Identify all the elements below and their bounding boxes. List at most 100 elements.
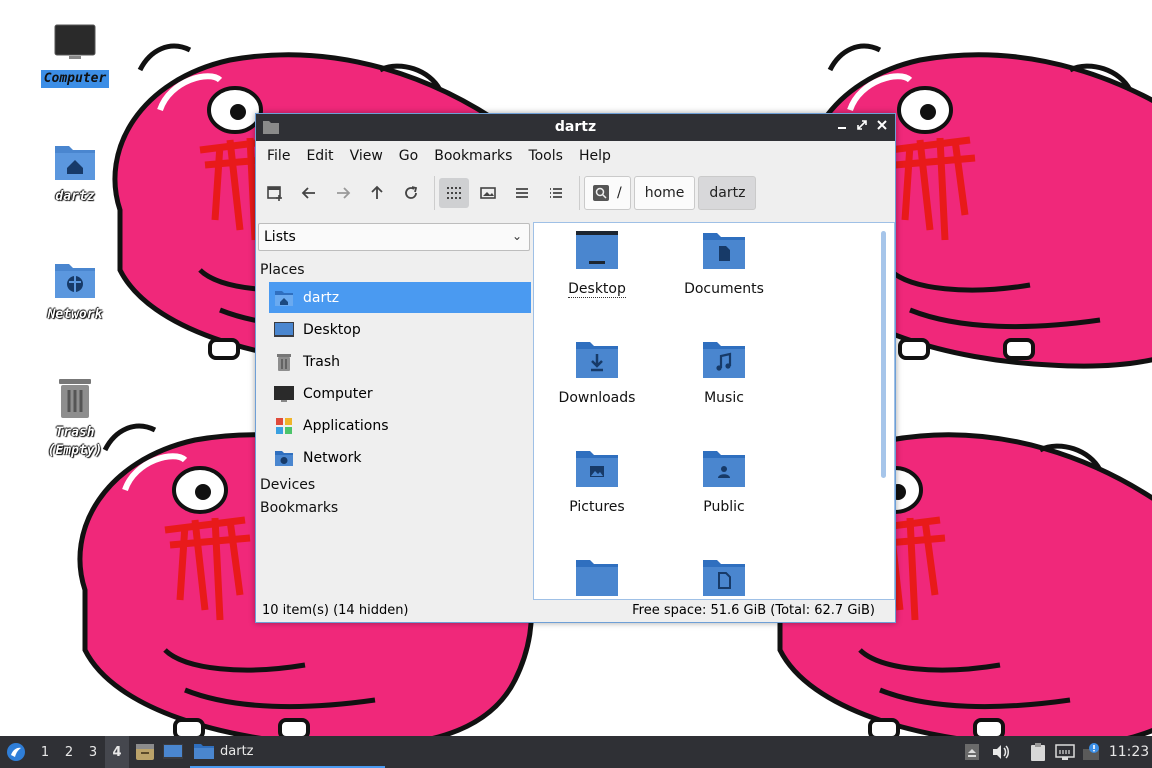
show-desktop-button[interactable] (161, 736, 185, 768)
up-button[interactable] (362, 178, 392, 208)
vertical-scrollbar[interactable] (881, 231, 886, 478)
place-item-network[interactable]: Network (269, 442, 531, 473)
speaker-icon (993, 745, 1009, 759)
tray-expand-button[interactable] (962, 736, 982, 768)
menu-bar: File Edit View Go Bookmarks Tools Help (256, 141, 895, 171)
place-item-label: dartz (303, 289, 340, 306)
taskbar-task-label: dartz (220, 743, 254, 759)
file-view[interactable]: Desktop Documents Downloads Music Pictur… (533, 222, 895, 600)
desktop-icon-label: dartz (55, 189, 95, 204)
window-titlebar[interactable]: dartz (256, 114, 895, 141)
breadcrumb-home[interactable]: home (633, 176, 696, 210)
update-notifier-button[interactable] (1080, 736, 1102, 768)
workspace-4[interactable]: 4 (105, 736, 129, 768)
monitor-icon (53, 22, 97, 66)
detailed-view-button[interactable] (541, 178, 571, 208)
maximize-button[interactable] (853, 118, 871, 136)
close-button[interactable] (873, 118, 891, 136)
tray-arrow-icon (965, 744, 979, 760)
desktop-icon-network[interactable]: Network (30, 258, 120, 324)
desktop-icon (273, 320, 295, 340)
file-item-documents[interactable]: Documents (664, 231, 784, 297)
file-item-desktop[interactable]: Desktop (537, 231, 657, 298)
back-button[interactable] (294, 178, 324, 208)
file-item-label: Desktop (568, 281, 626, 298)
close-icon (877, 120, 887, 130)
menu-bookmarks[interactable]: Bookmarks (426, 148, 520, 164)
file-item-label: Music (704, 390, 744, 406)
maximize-icon (857, 120, 867, 130)
file-item-folder[interactable] (537, 558, 657, 599)
workspace-3[interactable]: 3 (81, 736, 105, 768)
taskbar: 1 2 3 4 dartz 11:23 (0, 736, 1152, 768)
clipboard-button[interactable] (1028, 736, 1048, 768)
documents-folder-icon (703, 233, 745, 269)
file-manager-launcher[interactable] (133, 736, 157, 768)
update-notification-icon (1083, 743, 1099, 760)
menu-edit[interactable]: Edit (298, 148, 341, 164)
icon-view-button[interactable] (439, 178, 469, 208)
menu-tools[interactable]: Tools (520, 148, 571, 164)
forward-button[interactable] (328, 178, 358, 208)
menu-go[interactable]: Go (391, 148, 426, 164)
side-pane-mode-select[interactable]: Lists ⌄ (258, 223, 530, 251)
workspace-2[interactable]: 2 (57, 736, 81, 768)
toolbar-separator (579, 176, 580, 210)
reload-button[interactable] (396, 178, 426, 208)
reload-icon (405, 186, 418, 199)
file-item-label: Downloads (558, 390, 636, 406)
network-folder-icon (53, 258, 97, 302)
clipboard-icon (1031, 743, 1045, 761)
minimize-button[interactable] (833, 118, 851, 136)
side-pane: Lists ⌄ Places dartz Desktop Trash Compu… (257, 222, 531, 599)
devices-header[interactable]: Devices (260, 477, 315, 493)
bookmarks-header[interactable]: Bookmarks (260, 500, 338, 516)
detail-list-icon (550, 188, 562, 198)
volume-button[interactable] (990, 736, 1012, 768)
place-item-label: Network (303, 449, 362, 466)
breadcrumb-dartz[interactable]: dartz (698, 176, 757, 210)
file-item-templates[interactable] (664, 558, 784, 599)
start-menu-button[interactable] (3, 736, 29, 768)
compact-view-button[interactable] (507, 178, 537, 208)
desktop-icon-label: Computer (40, 70, 110, 88)
file-item-public[interactable]: Public (664, 449, 784, 515)
clock[interactable]: 11:23 (1106, 736, 1152, 768)
window-title: dartz (554, 119, 597, 135)
path-root-button[interactable]: / (584, 176, 631, 210)
desktop-icon-home[interactable]: dartz (30, 140, 120, 206)
place-item-applications[interactable]: Applications (269, 410, 531, 441)
home-folder-icon (273, 288, 295, 308)
compact-list-icon (516, 188, 528, 198)
monitor-icon (273, 384, 295, 404)
desktop-icon-label: Network (47, 307, 103, 322)
place-item-home[interactable]: dartz (269, 282, 531, 313)
trash-icon (273, 352, 295, 372)
minimize-icon (838, 127, 846, 129)
place-item-trash[interactable]: Trash (269, 346, 531, 377)
thumbnail-view-button[interactable] (473, 178, 503, 208)
file-item-downloads[interactable]: Downloads (537, 340, 657, 406)
place-item-computer[interactable]: Computer (269, 378, 531, 409)
arrow-right-icon (337, 187, 351, 199)
place-item-desktop[interactable]: Desktop (269, 314, 531, 345)
place-item-label: Desktop (303, 321, 361, 338)
file-item-music[interactable]: Music (664, 340, 784, 406)
lubuntu-logo-icon (7, 743, 25, 761)
applications-icon (273, 416, 295, 436)
menu-view[interactable]: View (342, 148, 391, 164)
status-bar: 10 item(s) (14 hidden) Free space: 51.6 … (256, 598, 895, 622)
menu-help[interactable]: Help (571, 148, 619, 164)
taskbar-task-dartz[interactable]: dartz (190, 736, 385, 768)
places-header: Places (260, 262, 305, 278)
new-tab-button[interactable] (260, 178, 290, 208)
desktop-icon-trash[interactable]: Trash (Empty) (30, 376, 120, 460)
workspace-1[interactable]: 1 (33, 736, 57, 768)
menu-file[interactable]: File (259, 148, 298, 164)
network-button[interactable] (1054, 736, 1076, 768)
public-folder-icon (703, 451, 745, 487)
music-folder-icon (703, 342, 745, 378)
desktop-icon-computer[interactable]: Computer (30, 22, 120, 88)
desktop-folder-icon (576, 231, 618, 269)
file-item-pictures[interactable]: Pictures (537, 449, 657, 515)
